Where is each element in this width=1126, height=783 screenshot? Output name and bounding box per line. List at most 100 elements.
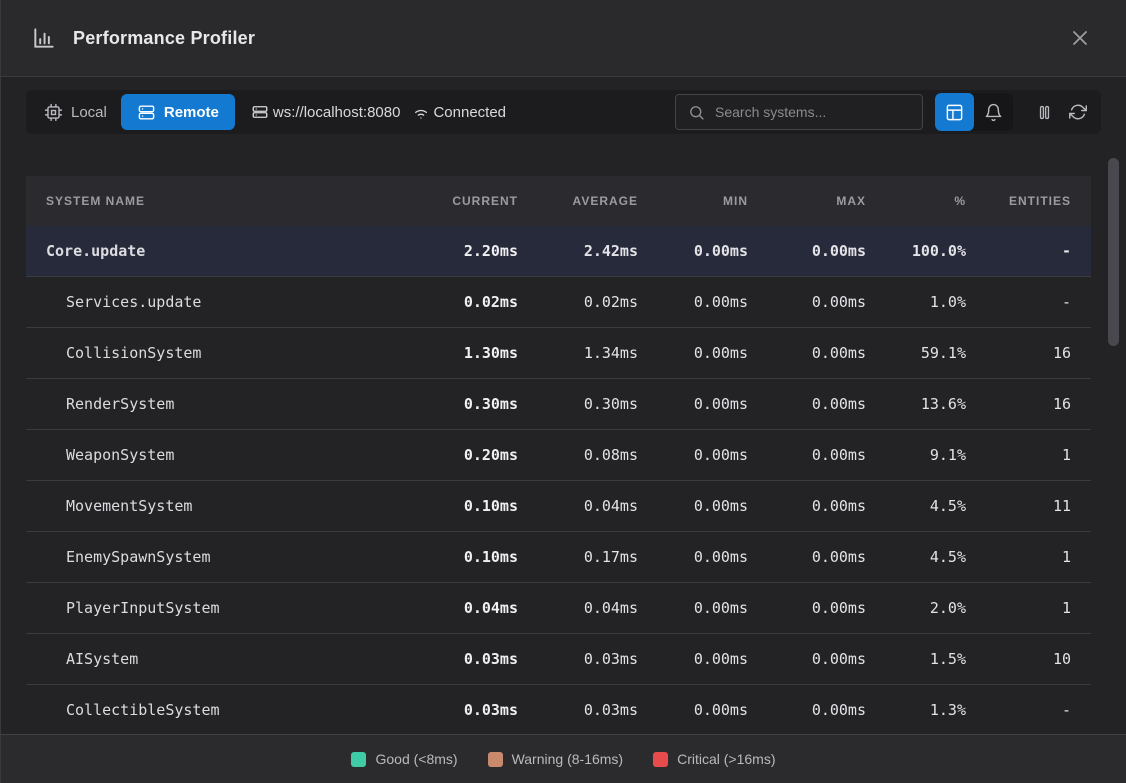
server-icon: [251, 103, 269, 121]
column-header-average[interactable]: AVERAGE: [518, 194, 638, 208]
table-row[interactable]: CollectibleSystem0.03ms0.03ms0.00ms0.00m…: [26, 685, 1091, 736]
table-row[interactable]: Core.update2.20ms2.42ms0.00ms0.00ms100.0…: [26, 226, 1091, 277]
column-header-name[interactable]: SYSTEM NAME: [46, 194, 413, 208]
legend-label: Critical (>16ms): [677, 751, 775, 767]
cell-percent: 9.1%: [866, 446, 966, 464]
refresh-button[interactable]: [1061, 93, 1095, 131]
cell-name: WeaponSystem: [46, 446, 413, 464]
legend-swatch-icon: [351, 752, 366, 767]
table-row[interactable]: CollisionSystem1.30ms1.34ms0.00ms0.00ms5…: [26, 328, 1091, 379]
table-row[interactable]: PlayerInputSystem0.04ms0.04ms0.00ms0.00m…: [26, 583, 1091, 634]
cell-min: 0.00ms: [638, 599, 748, 617]
server-url: ws://localhost:8080: [251, 103, 401, 121]
cell-name: AISystem: [46, 650, 413, 668]
table-row[interactable]: Services.update0.02ms0.02ms0.00ms0.00ms1…: [26, 277, 1091, 328]
cell-average: 1.34ms: [518, 344, 638, 362]
cell-current: 0.03ms: [413, 650, 518, 668]
cell-current: 0.30ms: [413, 395, 518, 413]
column-header-percent[interactable]: %: [866, 194, 966, 208]
cell-average: 0.03ms: [518, 701, 638, 719]
table-row[interactable]: MovementSystem0.10ms0.04ms0.00ms0.00ms4.…: [26, 481, 1091, 532]
legend-label: Good (<8ms): [375, 751, 457, 767]
column-header-entities[interactable]: ENTITIES: [966, 194, 1071, 208]
cell-max: 0.00ms: [748, 293, 866, 311]
cell-max: 0.00ms: [748, 701, 866, 719]
legend-item: Critical (>16ms): [653, 751, 775, 767]
cell-current: 0.10ms: [413, 497, 518, 515]
cell-min: 0.00ms: [638, 344, 748, 362]
cell-percent: 2.0%: [866, 599, 966, 617]
cpu-icon: [44, 103, 63, 122]
remote-button[interactable]: Remote: [121, 94, 235, 130]
cell-name: CollisionSystem: [46, 344, 413, 362]
pause-button[interactable]: [1027, 93, 1061, 131]
cell-entities: 16: [966, 344, 1071, 362]
cell-entities: -: [966, 293, 1071, 311]
cell-name: RenderSystem: [46, 395, 413, 413]
cell-min: 0.00ms: [638, 548, 748, 566]
cell-current: 1.30ms: [413, 344, 518, 362]
close-icon[interactable]: [1064, 22, 1096, 54]
cell-name: PlayerInputSystem: [46, 599, 413, 617]
alerts-button[interactable]: [974, 93, 1013, 131]
cell-min: 0.00ms: [638, 446, 748, 464]
cell-current: 2.20ms: [413, 242, 518, 260]
cell-name: Services.update: [46, 293, 413, 311]
cell-min: 0.00ms: [638, 293, 748, 311]
pause-icon: [1035, 103, 1054, 122]
cell-average: 0.08ms: [518, 446, 638, 464]
bar-chart-icon: [31, 25, 57, 51]
table-row[interactable]: EnemySpawnSystem0.10ms0.17ms0.00ms0.00ms…: [26, 532, 1091, 583]
server-icon: [137, 103, 156, 122]
cell-entities: 1: [966, 446, 1071, 464]
cell-min: 0.00ms: [638, 497, 748, 515]
cell-max: 0.00ms: [748, 497, 866, 515]
cell-current: 0.03ms: [413, 701, 518, 719]
cell-max: 0.00ms: [748, 548, 866, 566]
performance-profiler-window: Performance Profiler Local: [0, 0, 1126, 783]
cell-entities: 1: [966, 548, 1071, 566]
legend-footer: Good (<8ms) Warning (8-16ms) Critical (>16…: [1, 734, 1126, 783]
column-header-min[interactable]: MIN: [638, 194, 748, 208]
remote-button-label: Remote: [164, 104, 219, 121]
scrollbar-thumb[interactable]: [1108, 158, 1119, 346]
column-header-current[interactable]: CURRENT: [413, 194, 518, 208]
wifi-icon: [412, 103, 430, 121]
search-icon: [688, 104, 705, 121]
legend-item: Warning (8-16ms): [488, 751, 624, 767]
local-button[interactable]: Local: [30, 94, 121, 130]
column-header-max[interactable]: MAX: [748, 194, 866, 208]
cell-average: 0.30ms: [518, 395, 638, 413]
cell-max: 0.00ms: [748, 650, 866, 668]
cell-current: 0.02ms: [413, 293, 518, 311]
table-view-button[interactable]: [935, 93, 974, 131]
cell-min: 0.00ms: [638, 242, 748, 260]
table-row[interactable]: AISystem0.03ms0.03ms0.00ms0.00ms1.5%10: [26, 634, 1091, 685]
cell-current: 0.04ms: [413, 599, 518, 617]
search-input[interactable]: [715, 104, 910, 120]
bell-icon: [984, 103, 1003, 122]
cell-percent: 1.3%: [866, 701, 966, 719]
view-toggle-group: [935, 93, 1013, 131]
page-title: Performance Profiler: [73, 28, 255, 49]
systems-table: SYSTEM NAMECURRENTAVERAGEMINMAX%ENTITIES…: [26, 176, 1091, 736]
connection-status-text: Connected: [433, 104, 506, 121]
cell-average: 2.42ms: [518, 242, 638, 260]
local-button-label: Local: [71, 104, 107, 121]
cell-percent: 1.5%: [866, 650, 966, 668]
legend-item: Good (<8ms): [351, 751, 457, 767]
table-row[interactable]: RenderSystem0.30ms0.30ms0.00ms0.00ms13.6…: [26, 379, 1091, 430]
cell-current: 0.20ms: [413, 446, 518, 464]
table-row[interactable]: WeaponSystem0.20ms0.08ms0.00ms0.00ms9.1%…: [26, 430, 1091, 481]
cell-name: CollectibleSystem: [46, 701, 413, 719]
cell-percent: 4.5%: [866, 497, 966, 515]
cell-name: Core.update: [46, 242, 413, 260]
cell-max: 0.00ms: [748, 446, 866, 464]
cell-max: 0.00ms: [748, 344, 866, 362]
refresh-icon: [1069, 103, 1087, 121]
cell-percent: 1.0%: [866, 293, 966, 311]
titlebar: Performance Profiler: [1, 0, 1126, 77]
cell-min: 0.00ms: [638, 650, 748, 668]
cell-max: 0.00ms: [748, 395, 866, 413]
cell-average: 0.04ms: [518, 599, 638, 617]
